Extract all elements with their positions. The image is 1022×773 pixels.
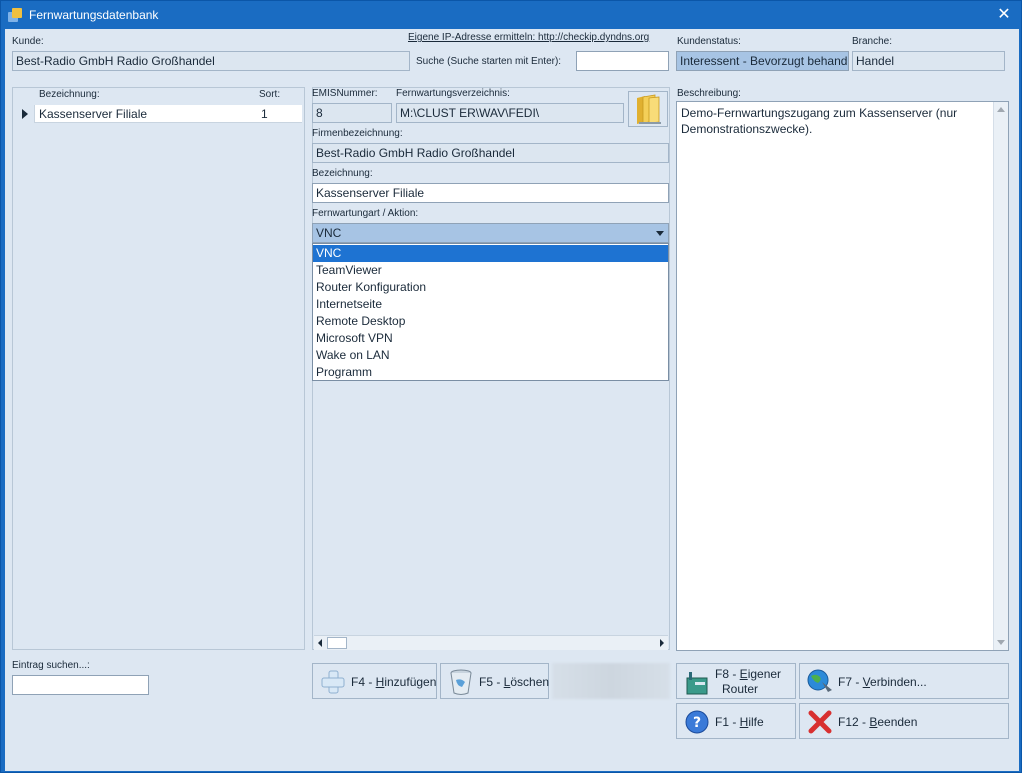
- svg-text:?: ?: [693, 715, 701, 731]
- horizontal-scrollbar[interactable]: [314, 635, 668, 650]
- row-pointer-icon: [22, 109, 28, 119]
- title-bar: Fernwartungsdatenbank ✕: [1, 1, 1021, 29]
- add-icon: [321, 670, 345, 694]
- fernwartungsart-value: VNC: [316, 226, 342, 240]
- add-button[interactable]: F4 - Hinzufügen: [312, 663, 437, 699]
- vertical-scrollbar[interactable]: [993, 102, 1008, 650]
- scroll-down-icon[interactable]: [997, 640, 1005, 645]
- globe-connect-icon: [807, 669, 832, 692]
- main-window: Fernwartungsdatenbank ✕ Kunde: Best-Radi…: [0, 0, 1022, 773]
- eintrag-suchen-label: Eintrag suchen...:: [12, 660, 90, 671]
- emis-label: EMISNummer:: [312, 88, 378, 99]
- blurred-area: [552, 663, 670, 699]
- red-x-icon: [808, 710, 832, 734]
- fernwartungsart-dropdown: VNC TeamViewer Router Konfiguration Inte…: [312, 243, 669, 381]
- option-programm[interactable]: Programm: [313, 364, 668, 381]
- row-selector[interactable]: [15, 105, 35, 123]
- bezeichnung-field[interactable]: Kassenserver Filiale: [312, 183, 669, 203]
- connect-button[interactable]: F7 - Verbinden...: [799, 663, 1009, 699]
- scroll-right-icon[interactable]: [655, 637, 668, 649]
- eintrag-suchen-input[interactable]: [12, 675, 149, 695]
- search-input[interactable]: [576, 51, 669, 71]
- delete-button[interactable]: F5 - Löschen: [440, 663, 549, 699]
- scroll-left-icon[interactable]: [314, 637, 327, 649]
- entry-grid: Bezeichnung: Sort: Kassenserver Filiale …: [12, 87, 305, 650]
- router-icon: [686, 672, 708, 695]
- fernwartungsart-label: Fernwartungart / Aktion:: [312, 208, 419, 219]
- fernwartungsverzeichnis-field[interactable]: M:\CLUST ER\WAV\FEDI\: [396, 103, 624, 123]
- exit-button-label: F12 - Beenden: [838, 715, 918, 729]
- option-internetseite[interactable]: Internetseite: [313, 296, 668, 313]
- delete-button-label: F5 - Löschen: [479, 675, 550, 689]
- cell-sort: 1: [261, 107, 268, 121]
- add-button-label: F4 - Hinzufügen: [351, 675, 437, 689]
- connect-button-label: F7 - Verbinden...: [838, 675, 927, 689]
- trash-icon: [450, 669, 472, 695]
- client-area: Kunde: Best-Radio GmbH Radio Großhandel …: [5, 29, 1019, 771]
- beschreibung-text: Demo-Fernwartungszugang zum Kassenserver…: [681, 106, 958, 136]
- cell-bezeichnung: Kassenserver Filiale: [39, 107, 148, 121]
- kunde-label: Kunde:: [12, 36, 44, 47]
- option-teamviewer[interactable]: TeamViewer: [313, 262, 668, 279]
- help-button-label: F1 - Hilfe: [715, 715, 764, 729]
- bezeichnung-label: Bezeichnung:: [312, 168, 373, 179]
- firmenbezeichnung-label: Firmenbezeichnung:: [312, 128, 403, 139]
- kundenstatus-label: Kundenstatus:: [677, 36, 741, 47]
- app-icon: [8, 8, 22, 22]
- emis-field[interactable]: 8: [312, 103, 392, 123]
- firmenbezeichnung-field[interactable]: Best-Radio GmbH Radio Großhandel: [312, 143, 669, 163]
- option-remote-desktop[interactable]: Remote Desktop: [313, 313, 668, 330]
- grid-header-bezeichnung: Bezeichnung:: [39, 89, 100, 100]
- help-button[interactable]: ? F1 - Hilfe: [676, 703, 796, 739]
- fernwartungsart-select[interactable]: VNC: [312, 223, 669, 243]
- scroll-up-icon[interactable]: [997, 107, 1005, 112]
- branche-field[interactable]: Handel: [852, 51, 1005, 71]
- branche-label: Branche:: [852, 36, 893, 47]
- beschreibung-textarea[interactable]: Demo-Fernwartungszugang zum Kassenserver…: [676, 101, 1009, 651]
- router-button-label-2: Router: [722, 682, 759, 696]
- table-row[interactable]: Kassenserver Filiale 1: [15, 105, 302, 123]
- chevron-down-icon[interactable]: [656, 231, 664, 236]
- kundenstatus-field[interactable]: Interessent - Bevorzugt behandeln: [676, 51, 849, 71]
- option-router-konfiguration[interactable]: Router Konfiguration: [313, 279, 668, 296]
- exit-button[interactable]: F12 - Beenden: [799, 703, 1009, 739]
- router-button-label-1: F8 - Eigener: [715, 667, 782, 681]
- scroll-thumb[interactable]: [327, 637, 347, 649]
- window-title: Fernwartungsdatenbank: [29, 8, 159, 22]
- grid-header-sort: Sort:: [259, 89, 281, 100]
- help-icon: ?: [685, 710, 709, 734]
- option-wake-on-lan[interactable]: Wake on LAN: [313, 347, 668, 364]
- option-vnc[interactable]: VNC: [313, 245, 668, 262]
- router-button[interactable]: F8 - Eigener Router: [676, 663, 796, 699]
- folder-icon: [637, 94, 661, 124]
- fernwartungsverzeichnis-label: Fernwartungsverzeichnis:: [396, 88, 510, 99]
- close-icon[interactable]: ✕: [993, 5, 1015, 25]
- ip-link[interactable]: Eigene IP-Adresse ermitteln: http://chec…: [408, 32, 649, 43]
- suche-label: Suche (Suche starten mit Enter):: [416, 56, 562, 67]
- folder-button[interactable]: [628, 91, 668, 127]
- option-microsoft-vpn[interactable]: Microsoft VPN: [313, 330, 668, 347]
- kunde-field[interactable]: Best-Radio GmbH Radio Großhandel: [12, 51, 410, 71]
- beschreibung-label: Beschreibung:: [677, 88, 741, 99]
